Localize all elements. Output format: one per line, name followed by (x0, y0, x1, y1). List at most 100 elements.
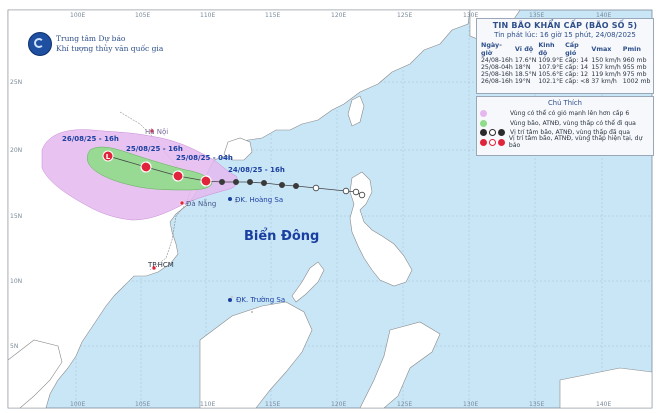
table-cell: 157 km/h (591, 64, 621, 71)
agency-logo-icon (28, 32, 52, 56)
col-header: Kinh độ (538, 41, 555, 57)
forecast-point-25-08-04h (172, 170, 184, 182)
current-position (200, 175, 212, 187)
table-cell: 18.5°N (514, 71, 537, 78)
forecast-point-26-08: L (102, 150, 114, 162)
table-cell: cấp: <8 (565, 78, 590, 85)
table-cell: 1002 mb (622, 78, 651, 85)
lat-tick-4: 5N (10, 343, 18, 350)
legend-row-path-zone: Vùng bão, ATNĐ, vùng thấp có thể đi qua (480, 119, 650, 129)
table-cell: 105.6°E (538, 71, 564, 78)
bulletin-issued: Tin phát lúc: 16 giờ 15 phút, 24/08/2025 (494, 31, 636, 39)
past-position-marker (260, 179, 267, 186)
legend-row-forecast: Vị trí tâm bão, ATNĐ, vùng thấp hiện tại… (480, 135, 650, 150)
legend-label: Vị trí tâm bão, ATNĐ, vùng thấp hiện tại… (508, 135, 643, 150)
table-cell: 37 km/h (591, 78, 617, 85)
lon-tick-top-5: 125E (397, 12, 412, 19)
past-position-marker (358, 191, 366, 199)
table-cell: cấp: 14 (565, 57, 589, 64)
legend-label: Vùng bão, ATNĐ, vùng thấp có thể đi qua (510, 119, 636, 127)
table-cell: 107.9°E (538, 64, 564, 71)
lon-tick-bottom-0: 100E (70, 401, 85, 408)
bulletin-table: Ngày-giờ Vĩ độ Kinh độ Cấp gió Vmax Pmin… (480, 41, 651, 85)
col-header: Pmin (622, 45, 641, 53)
agency-header: Trung tâm Dự báo Khí tượng thủy văn quốc… (28, 32, 163, 56)
table-cell: 18°N (514, 64, 531, 71)
svg-text:L: L (106, 153, 111, 161)
lat-tick-0: 25N (10, 79, 22, 86)
past-position-marker (232, 178, 239, 185)
bulletin-title: TIN BÃO KHẨN CẤP (BÃO SỐ 5) (492, 21, 638, 30)
label-current-24-08: 24/08/25 - 16h (228, 166, 285, 174)
label-forecast-26-08: 26/08/25 - 16h (62, 135, 119, 143)
depression-symbol-icon (489, 129, 496, 137)
label-hoangsa: ĐK. Hoàng Sa (235, 196, 283, 204)
legend-panel: Chú Thích Vùng có thể có gió mạnh lên hơ… (476, 96, 654, 156)
hoangsa-marker (228, 197, 232, 201)
truongsa-marker (228, 298, 232, 302)
agency-name: Trung tâm Dự báo Khí tượng thủy văn quốc… (56, 34, 163, 54)
lon-tick-bottom-7: 135E (529, 401, 544, 408)
lat-tick-2: 15N (10, 213, 22, 220)
agency-line-1: Trung tâm Dự báo (56, 34, 126, 43)
bulletin-panel: TIN BÃO KHẨN CẤP (BÃO SỐ 5) Tin phát lúc… (476, 18, 654, 94)
legend-label: Vùng có thể có gió mạnh lên hơn cấp 6 (510, 110, 630, 118)
table-cell: 109.9°E (538, 57, 564, 64)
lon-tick-bottom-6: 130E (463, 401, 478, 408)
lon-tick-top-2: 110E (200, 12, 215, 19)
label-danang: Đà Nẵng (186, 199, 216, 208)
label-hanoi: Hà Nội (145, 128, 168, 136)
past-position-marker (342, 187, 350, 195)
storm-symbol-icon (480, 129, 487, 137)
past-position-marker (218, 178, 225, 185)
table-cell: 102.1°E (538, 78, 564, 85)
past-position-marker (312, 184, 320, 192)
table-cell: cấp: 14 (565, 64, 589, 71)
lon-tick-top-3: 115E (265, 12, 280, 19)
past-position-marker (278, 181, 285, 188)
past-position-marker (292, 182, 299, 189)
table-cell: cấp: 12 (565, 71, 589, 78)
lon-tick-bottom-3: 115E (265, 401, 280, 408)
low-symbol-icon (498, 129, 505, 137)
depression-symbol-red-icon (489, 138, 496, 146)
label-truongsa: ĐK. Trường Sa (236, 296, 285, 304)
label-forecast-25-08-16h: 25/08/25 - 16h (126, 145, 183, 153)
storm-map: L Hà Nội Đà Nẵng ĐK. Hoàng Sa TP.HCM ĐK.… (0, 0, 660, 413)
col-header: Ngày-giờ (481, 41, 502, 57)
legend-row-wind-zone: Vùng có thể có gió mạnh lên hơn cấp 6 (480, 109, 650, 119)
lon-tick-top-0: 100E (70, 12, 85, 19)
past-position-marker (246, 178, 253, 185)
table-cell: 25/08-16h (481, 71, 513, 78)
low-symbol-red-icon (498, 138, 505, 146)
lon-tick-top-4: 120E (331, 12, 346, 19)
table-cell: 960 mb (622, 57, 647, 64)
forecast-point-25-08-16h (140, 161, 152, 173)
green-circle-icon (480, 119, 487, 127)
col-header: Cấp gió (565, 41, 579, 57)
table-cell: 119 km/h (591, 71, 621, 78)
label-bien-dong: Biển Đông (244, 228, 319, 244)
lon-tick-bottom-8: 140E (596, 401, 611, 408)
danang-marker (179, 200, 185, 206)
table-cell: 975 mb (622, 71, 647, 78)
legend-title: Chú Thích (548, 99, 582, 107)
table-row: 25/08-04h 18°N 107.9°E cấp: 14 157 km/h … (480, 64, 651, 71)
agency-line-2: Khí tượng thủy văn quốc gia (56, 44, 164, 53)
lon-tick-top-1: 105E (135, 12, 150, 19)
col-header: Vĩ độ (514, 45, 534, 53)
lon-tick-bottom-2: 110E (200, 401, 215, 408)
table-cell: 17.6°N (514, 57, 537, 64)
table-cell: 955 mb (622, 64, 647, 71)
bulletin-header-row: Ngày-giờ Vĩ độ Kinh độ Cấp gió Vmax Pmin (480, 41, 651, 57)
past-position-marker (352, 188, 360, 196)
table-cell: 19°N (514, 78, 531, 85)
table-cell: 150 km/h (591, 57, 621, 64)
label-hcm: TP.HCM (147, 261, 174, 269)
storm-symbol-red-icon (480, 138, 487, 146)
table-cell: 26/08-16h (481, 78, 513, 85)
table-row: 25/08-16h 18.5°N 105.6°E cấp: 12 119 km/… (480, 71, 651, 78)
col-header: Vmax (591, 45, 612, 53)
table-row: 24/08-16h 17.6°N 109.9°E cấp: 14 150 km/… (480, 57, 651, 64)
table-cell: 24/08-16h (481, 57, 513, 64)
